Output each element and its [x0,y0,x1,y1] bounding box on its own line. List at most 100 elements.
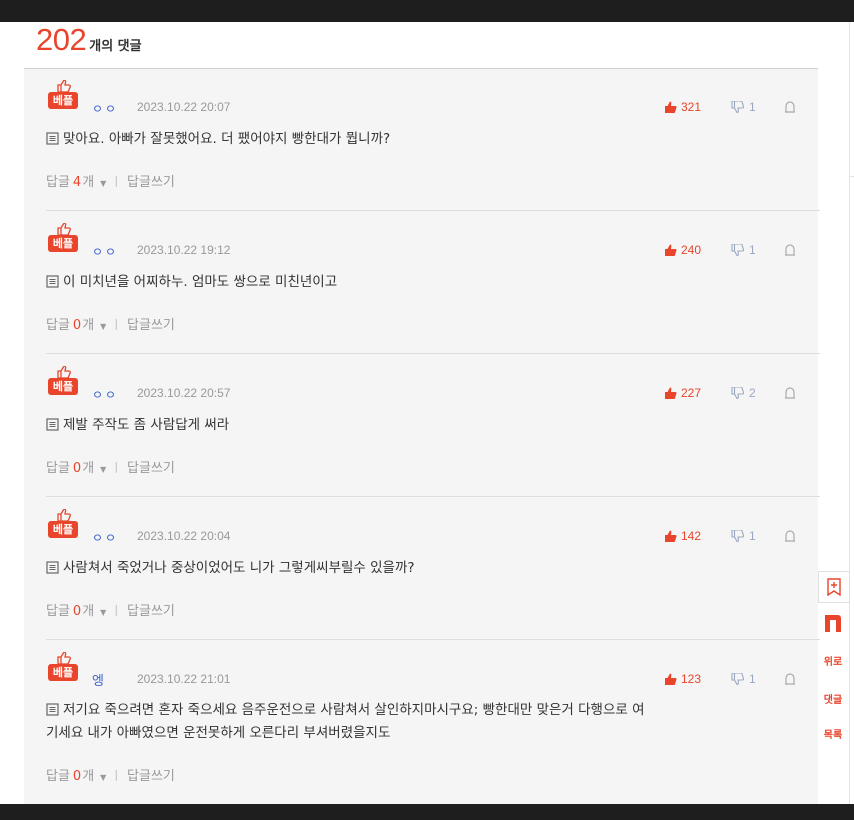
bottom-bar [0,804,854,820]
separator: | [114,460,119,473]
best-badge-label: 베플 [48,521,78,538]
like-button[interactable]: 123 [664,672,701,686]
list-button[interactable]: 목록 [818,721,848,745]
comment-author[interactable]: ㅇㅇ [92,243,118,260]
n-logo-icon [825,615,841,632]
comment-author[interactable]: 엥 [92,670,104,689]
scroll-top-button[interactable]: 위로 [818,648,848,672]
comment-date: 2023.10.22 19:12 [137,243,231,257]
comment-text-line: 기세요 내가 아빠였으면 운전못하게 오른다리 부셔버렸을지도 [46,725,391,741]
dislike-button[interactable]: 1 [731,243,756,257]
comment-text-line: 저기요 죽으려면 혼자 죽으세요 음주운전으로 사람쳐서 살인하지마시구요; 빵… [63,702,645,718]
reply-unit: 개 [82,769,95,784]
write-reply-button[interactable]: 답글쓰기 [127,171,175,190]
chevron-down-icon: ▼ [100,322,107,331]
dislike-count: 1 [749,243,756,257]
best-badge: 베플 [48,509,78,539]
chevron-down-icon: ▼ [100,465,107,474]
separator: | [114,317,119,330]
report-icon[interactable] [784,530,796,542]
dislike-button[interactable]: 1 [731,100,756,114]
comment-author[interactable]: ㅇㅇ [92,100,118,117]
reply-count: 0 [72,769,82,784]
dislike-button[interactable]: 1 [731,672,756,686]
comment-item: 베플 엥 2023.10.22 21:01 123 1 저기요 죽으려면 혼자 … [24,641,818,801]
comment-item: 베플 ㅇㅇ 2023.10.22 20:07 321 1 맞아요. 아빠가 잘못… [24,69,820,212]
right-divider-tick [850,176,854,177]
separator: | [114,174,119,187]
comment-text: 맞아요. 아빠가 잘못했어요. 더 팼어야지 빵한대가 뭡니까? [46,128,806,151]
write-reply-button[interactable]: 답글쓰기 [127,457,175,476]
dislike-count: 1 [749,672,756,686]
reply-row: 답글 0개 ▼ | 답글쓰기 [46,457,175,476]
thumbs-down-icon [731,530,744,542]
reply-toggle[interactable]: 답글 0개 ▼ [46,314,106,333]
write-reply-button[interactable]: 답글쓰기 [127,314,175,333]
reply-row: 답글 0개 ▼ | 답글쓰기 [46,600,175,619]
reply-toggle[interactable]: 답글 0개 ▼ [46,600,106,619]
memo-icon [46,132,59,145]
comment-author[interactable]: ㅇㅇ [92,386,118,403]
comments-button[interactable]: 댓글 [818,686,848,710]
dislike-button[interactable]: 2 [731,386,756,400]
comment-date: 2023.10.22 21:01 [137,672,231,686]
thumbs-up-icon [57,366,71,378]
reply-unit: 개 [82,461,95,476]
comments-label: 댓글 [823,694,843,706]
separator: | [114,768,119,781]
reply-count: 0 [72,318,82,333]
dislike-button[interactable]: 1 [731,529,756,543]
write-reply-button[interactable]: 답글쓰기 [127,600,175,619]
report-icon[interactable] [784,101,796,113]
report-icon[interactable] [784,244,796,256]
best-badge-label: 베플 [48,378,78,395]
comment-divider [46,496,820,497]
thumbs-up-icon [665,101,677,113]
separator: | [114,603,119,616]
bookmark-icon [827,578,841,596]
n-share-button[interactable] [818,608,848,638]
comment-item: 베플 ㅇㅇ 2023.10.22 20:57 227 2 제발 주작도 좀 사람… [24,355,820,498]
reply-label: 답글 [46,769,70,784]
thumbs-down-icon [731,244,744,256]
like-button[interactable]: 321 [664,100,701,114]
report-icon[interactable] [784,387,796,399]
like-button[interactable]: 227 [664,386,701,400]
thumbs-up-icon [665,530,677,542]
reply-toggle[interactable]: 답글 0개 ▼ [46,765,106,784]
reply-toggle[interactable]: 답글 0개 ▼ [46,457,106,476]
thumbs-up-icon [57,80,71,92]
thumbs-up-icon [665,387,677,399]
like-count: 142 [681,529,702,543]
thumbs-down-icon [731,101,744,113]
chevron-down-icon: ▼ [100,608,107,617]
chevron-down-icon: ▼ [100,179,107,188]
reply-label: 답글 [46,461,70,476]
write-reply-button[interactable]: 답글쓰기 [127,765,175,784]
bookmark-button[interactable] [818,571,850,603]
best-badge: 베플 [48,366,78,396]
comment-text: 제발 주작도 좀 사람답게 써라 [46,414,806,437]
comment-divider [46,353,820,354]
comment-divider [46,639,820,640]
comment-text-line: 사람쳐서 죽었거나 중상이었어도 니가 그렇게씨부릴수 있을까? [63,560,415,576]
reply-count: 0 [72,461,82,476]
comment-text-line: 제발 주작도 좀 사람답게 써라 [63,417,230,433]
like-button[interactable]: 142 [664,529,701,543]
memo-icon [46,703,59,716]
best-badge-label: 베플 [48,235,78,252]
best-badge-label: 베플 [48,92,78,109]
chevron-down-icon: ▼ [100,773,107,782]
thumbs-down-icon [731,387,744,399]
reply-toggle[interactable]: 답글 4개 ▼ [46,171,106,190]
comment-author[interactable]: ㅇㅇ [92,529,118,546]
like-button[interactable]: 240 [664,243,701,257]
comment-text: 사람쳐서 죽었거나 중상이었어도 니가 그렇게씨부릴수 있을까? [46,557,806,580]
comment-date: 2023.10.22 20:04 [137,529,231,543]
reply-count: 0 [72,604,82,619]
report-icon[interactable] [784,673,796,685]
comment-count-label: 개의 댓글 [89,39,142,54]
best-badge-label: 베플 [48,664,78,681]
comment-item: 베플 ㅇㅇ 2023.10.22 19:12 240 1 이 미치년을 어찌하누… [24,212,820,355]
best-badge: 베플 [48,223,78,253]
